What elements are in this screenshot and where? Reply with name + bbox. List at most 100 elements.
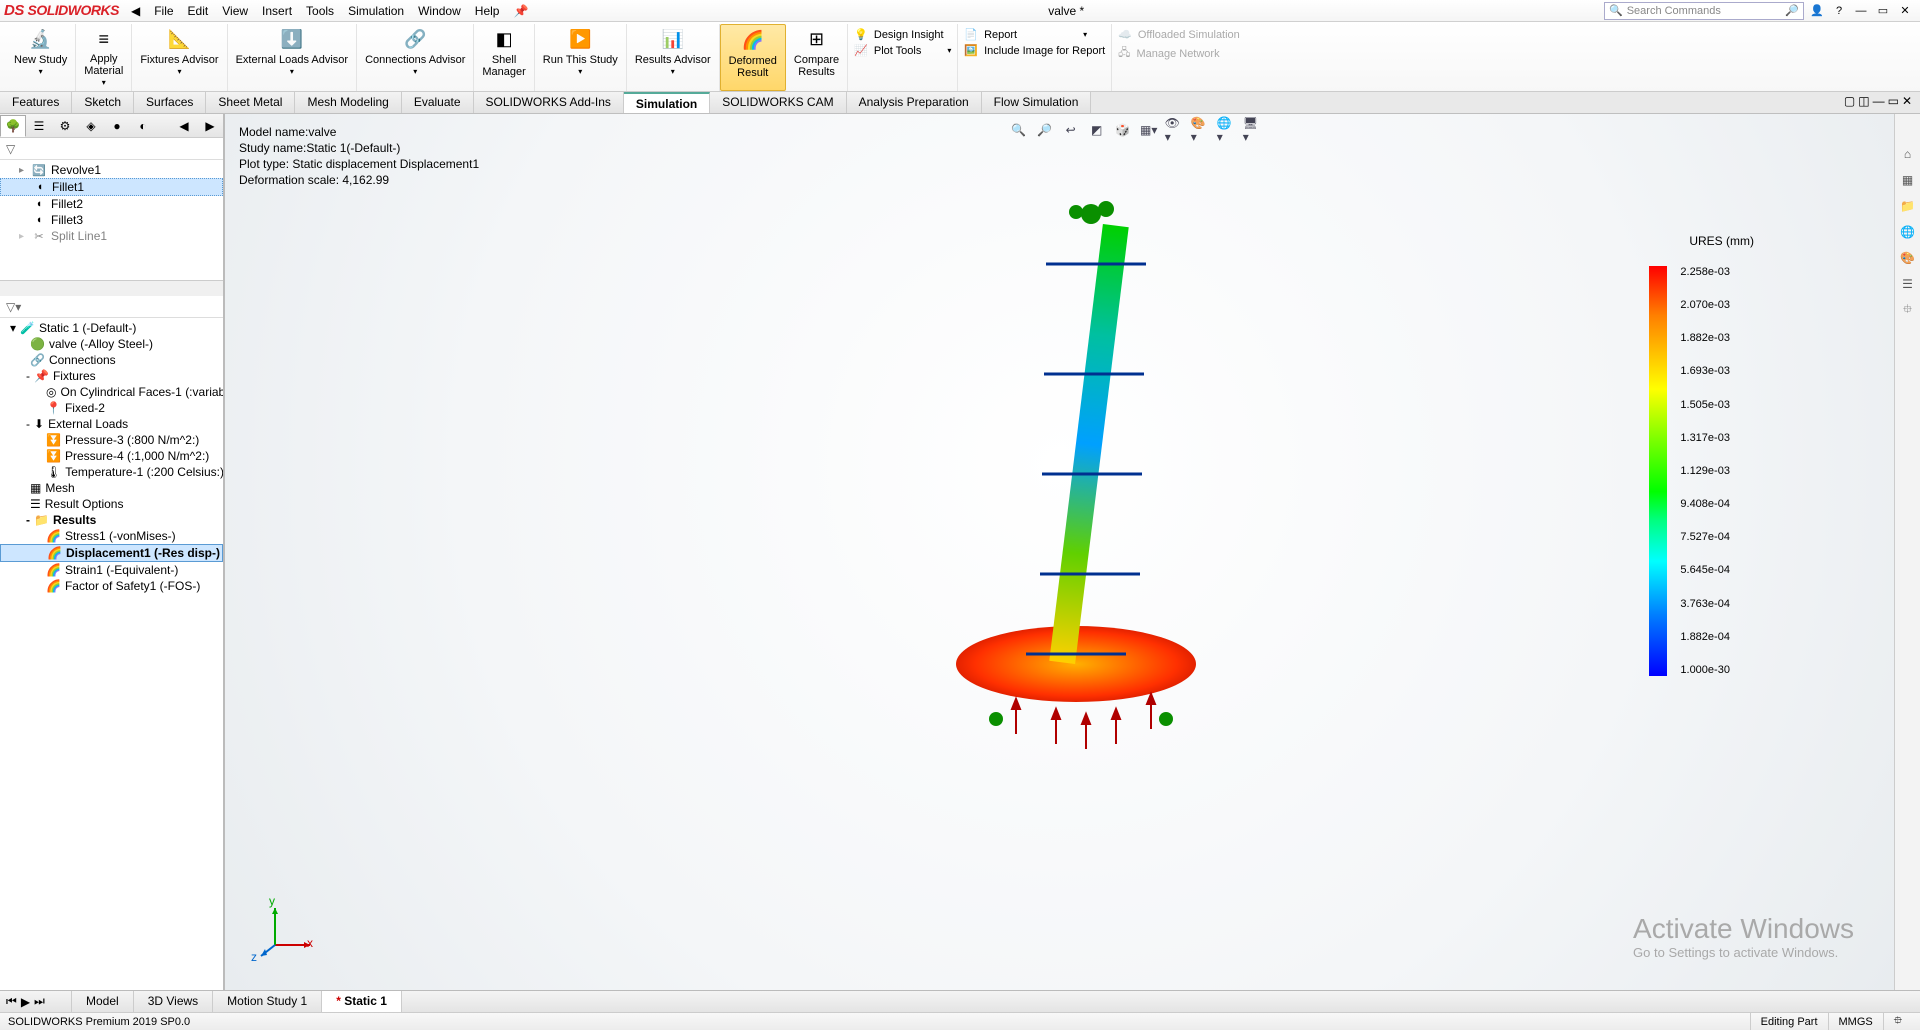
panel-nav-right[interactable]: ▶ bbox=[197, 115, 223, 137]
study-filter[interactable]: ▽▾ bbox=[0, 296, 223, 318]
pin-icon[interactable]: 📌 bbox=[513, 4, 528, 18]
panel-tab-feature-tree[interactable]: 🌳 bbox=[0, 115, 26, 137]
user-icon[interactable]: 👤 bbox=[1808, 3, 1826, 19]
menu-edit[interactable]: Edit bbox=[188, 4, 209, 18]
viewport-min-icon[interactable]: — bbox=[1873, 94, 1885, 111]
tab-simulation[interactable]: Simulation bbox=[624, 92, 710, 113]
section-view-icon[interactable]: ◩ bbox=[1087, 120, 1107, 140]
status-units[interactable]: MMGS bbox=[1828, 1013, 1883, 1030]
panel-tab-config[interactable]: ⚙ bbox=[52, 115, 78, 137]
appearances-icon[interactable]: 🎨 bbox=[1898, 248, 1918, 268]
help-icon[interactable]: ? bbox=[1830, 3, 1848, 19]
study-node[interactable]: 📍Fixed-2 bbox=[0, 400, 223, 416]
hide-show-icon[interactable]: 👁▾ bbox=[1165, 120, 1185, 140]
view-palette-icon[interactable]: 🌐 bbox=[1898, 222, 1918, 242]
tree-hscroll[interactable] bbox=[0, 280, 223, 296]
panel-nav-left[interactable]: ◀ bbox=[171, 115, 197, 137]
restore-button[interactable]: ▭ bbox=[1874, 3, 1892, 19]
bottom-tab-model[interactable]: Model bbox=[72, 991, 134, 1012]
tab-mesh-modeling[interactable]: Mesh Modeling bbox=[295, 92, 401, 113]
study-root[interactable]: ▾🧪Static 1 (-Default-) bbox=[0, 320, 223, 336]
status-extra[interactable]: ⯐ bbox=[1883, 1013, 1912, 1030]
study-node[interactable]: ⏬Pressure-4 (:1,000 N/m^2:) bbox=[0, 448, 223, 464]
tree-item-fillet3[interactable]: ◖Fillet3 bbox=[0, 212, 223, 228]
ribbon-plot-tools[interactable]: 📈Plot Tools▾ bbox=[854, 44, 951, 57]
viewport-close-icon[interactable]: ✕ bbox=[1902, 94, 1912, 111]
panel-tab-property[interactable]: ☰ bbox=[26, 115, 52, 137]
tab-cam[interactable]: SOLIDWORKS CAM bbox=[710, 92, 846, 113]
ribbon-compare-results[interactable]: ⊞Compare Results bbox=[786, 24, 848, 91]
graphics-viewport[interactable]: Model name:valve Study name:Static 1(-De… bbox=[225, 114, 1894, 990]
menu-file[interactable]: File bbox=[154, 4, 173, 18]
ribbon-connections-advisor[interactable]: 🔗Connections Advisor▾ bbox=[357, 24, 474, 91]
edit-appearance-icon[interactable]: 🎨▾ bbox=[1191, 120, 1211, 140]
zoom-fit-icon[interactable]: 🔍 bbox=[1009, 120, 1029, 140]
tab-surfaces[interactable]: Surfaces bbox=[134, 92, 206, 113]
panel-tab-display[interactable]: ● bbox=[104, 115, 130, 137]
tree-item-revolve1[interactable]: ▸🔄Revolve1 bbox=[0, 162, 223, 178]
menu-window[interactable]: Window bbox=[418, 4, 461, 18]
study-node[interactable]: ◎On Cylindrical Faces-1 (:variable:) bbox=[0, 384, 223, 400]
menu-view[interactable]: View bbox=[222, 4, 248, 18]
motion-controls[interactable]: ⏮ ▶ ⏭ bbox=[0, 991, 72, 1012]
study-node[interactable]: 🟢valve (-Alloy Steel-) bbox=[0, 336, 223, 352]
view-triad[interactable]: x y z bbox=[255, 900, 315, 960]
tree-item-splitline1[interactable]: ▸✂Split Line1 bbox=[0, 228, 223, 244]
tree-item-fillet2[interactable]: ◖Fillet2 bbox=[0, 196, 223, 212]
study-node[interactable]: ☰Result Options bbox=[0, 496, 223, 512]
menu-tools[interactable]: Tools bbox=[306, 4, 334, 18]
search-commands-input[interactable]: 🔍 Search Commands 🔎 bbox=[1604, 2, 1804, 20]
study-node[interactable]: -⬇External Loads bbox=[0, 416, 223, 432]
rewind-icon[interactable]: ⏮ bbox=[6, 994, 17, 1009]
menu-simulation[interactable]: Simulation bbox=[348, 4, 404, 18]
tab-features[interactable]: Features bbox=[0, 92, 72, 113]
study-node[interactable]: 🌈Strain1 (-Equivalent-) bbox=[0, 562, 223, 578]
tab-analysis-prep[interactable]: Analysis Preparation bbox=[847, 92, 982, 113]
panel-tab-sim[interactable]: ◐ bbox=[130, 115, 156, 137]
viewport-tile2-icon[interactable]: ◫ bbox=[1858, 94, 1869, 111]
bottom-tab-motion[interactable]: Motion Study 1 bbox=[213, 991, 322, 1012]
study-node[interactable]: 🌡Temperature-1 (:200 Celsius:) bbox=[0, 464, 223, 480]
forum-icon[interactable]: ⯐ bbox=[1898, 300, 1918, 320]
ribbon-results-advisor[interactable]: 📊Results Advisor▾ bbox=[627, 24, 720, 91]
view-orient-icon[interactable]: 🎲 bbox=[1113, 120, 1133, 140]
study-node[interactable]: 🌈Displacement1 (-Res disp-) bbox=[0, 544, 223, 562]
ribbon-external-loads[interactable]: ⬇️External Loads Advisor▾ bbox=[228, 24, 358, 91]
tab-sheet-metal[interactable]: Sheet Metal bbox=[206, 92, 295, 113]
tree-filter[interactable]: ▽ bbox=[0, 138, 223, 160]
ribbon-fixtures-advisor[interactable]: 📐Fixtures Advisor▾ bbox=[132, 24, 227, 91]
ribbon-shell-manager[interactable]: ◧Shell Manager bbox=[474, 24, 534, 91]
tab-sketch[interactable]: Sketch bbox=[72, 92, 134, 113]
ribbon-design-insight[interactable]: 💡Design Insight bbox=[854, 28, 943, 41]
ribbon-apply-material[interactable]: ≡Apply Material▾ bbox=[76, 24, 132, 91]
bottom-tab-3dviews[interactable]: 3D Views bbox=[134, 991, 213, 1012]
library-icon[interactable]: 📁 bbox=[1898, 196, 1918, 216]
tab-addins[interactable]: SOLIDWORKS Add-Ins bbox=[474, 92, 624, 113]
study-node[interactable]: ▦Mesh bbox=[0, 480, 223, 496]
custom-props-icon[interactable]: ☰ bbox=[1898, 274, 1918, 294]
ribbon-deformed-result[interactable]: 🌈Deformed Result bbox=[720, 24, 786, 91]
viewport-max-icon[interactable]: ▭ bbox=[1888, 94, 1899, 111]
bottom-tab-static1[interactable]: * Static 1 bbox=[322, 991, 402, 1012]
tab-flow-sim[interactable]: Flow Simulation bbox=[982, 92, 1092, 113]
tab-evaluate[interactable]: Evaluate bbox=[402, 92, 474, 113]
panel-tab-dimxpert[interactable]: ◈ bbox=[78, 115, 104, 137]
arrow-left-icon[interactable]: ◀ bbox=[125, 4, 146, 18]
ribbon-include-image[interactable]: 🖼️Include Image for Report bbox=[964, 44, 1105, 57]
view-settings-icon[interactable]: 🖥▾ bbox=[1243, 120, 1263, 140]
close-button[interactable]: ✕ bbox=[1896, 3, 1914, 19]
ribbon-run-study[interactable]: ▶️Run This Study▾ bbox=[535, 24, 627, 91]
display-style-icon[interactable]: ▦▾ bbox=[1139, 120, 1159, 140]
study-node[interactable]: -📁Results bbox=[0, 512, 223, 528]
study-node[interactable]: ⏬Pressure-3 (:800 N/m^2:) bbox=[0, 432, 223, 448]
resources-icon[interactable]: ▦ bbox=[1898, 170, 1918, 190]
apply-scene-icon[interactable]: 🌐▾ bbox=[1217, 120, 1237, 140]
study-node[interactable]: 🌈Stress1 (-vonMises-) bbox=[0, 528, 223, 544]
study-node[interactable]: 🔗Connections bbox=[0, 352, 223, 368]
menu-insert[interactable]: Insert bbox=[262, 4, 292, 18]
search-go-icon[interactable]: 🔎 bbox=[1785, 4, 1799, 17]
ribbon-new-study[interactable]: 🔬New Study▾ bbox=[6, 24, 76, 91]
viewport-tile-icon[interactable]: ▢ bbox=[1844, 94, 1855, 111]
minimize-button[interactable]: — bbox=[1852, 3, 1870, 19]
forward-icon[interactable]: ⏭ bbox=[34, 994, 45, 1009]
